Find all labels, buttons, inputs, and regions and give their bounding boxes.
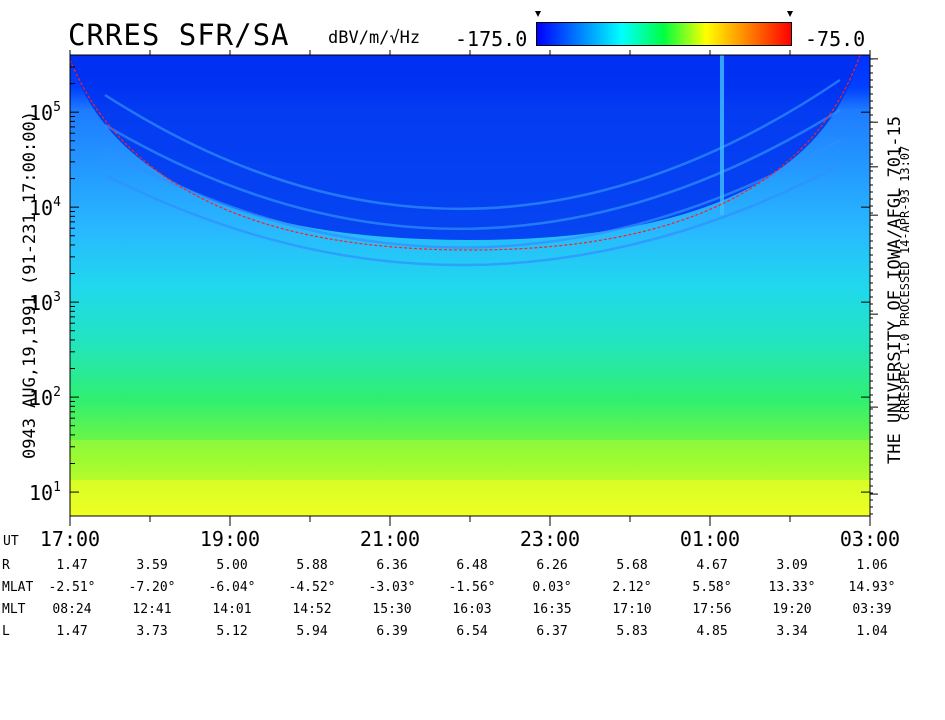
ephemeris-cell: 5.00 [216, 558, 248, 573]
ephemeris-cell: -3.03° [368, 580, 416, 595]
ephemeris-cell: 5.12 [216, 624, 248, 639]
ephemeris-cell: 3.59 [136, 558, 168, 573]
y-tick-label: 103 [29, 290, 61, 315]
ephemeris-cell: 17:10 [612, 602, 652, 617]
ephemeris-cell: 17:56 [692, 602, 732, 617]
ephemeris-cell: 6.37 [536, 624, 568, 639]
y-tick-label: 102 [29, 385, 61, 410]
ephemeris-cell: 6.54 [456, 624, 488, 639]
ephemeris-cell: -4.52° [288, 580, 336, 595]
ephemeris-cell: 12:41 [132, 602, 172, 617]
ephemeris-cell: 5.68 [616, 558, 648, 573]
ephemeris-cell: 14.93° [848, 580, 896, 595]
y-tick-label: 105 [29, 100, 61, 125]
ephemeris-cell: 5.88 [296, 558, 328, 573]
ephemeris-cell: 3.09 [776, 558, 808, 573]
spectrogram-image [70, 55, 870, 516]
ephemeris-row-label: MLT [2, 602, 26, 617]
ephemeris-cell: -1.56° [448, 580, 496, 595]
ephemeris-cell: 4.67 [696, 558, 728, 573]
ephemeris-cell: -7.20° [128, 580, 176, 595]
ephemeris-cell: 6.39 [376, 624, 408, 639]
ephemeris-cell: 15:30 [372, 602, 412, 617]
ephemeris-cell: 03:39 [852, 602, 892, 617]
ephemeris-cell: 3.73 [136, 624, 168, 639]
ephemeris-cell: 6.36 [376, 558, 408, 573]
ephemeris-cell: 1.47 [56, 624, 88, 639]
ephemeris-cell: 0.03° [532, 580, 572, 595]
ephemeris-row-label: MLAT [2, 580, 34, 595]
x-tick-label: 03:00 [840, 527, 900, 551]
ut-label: UT [3, 534, 19, 549]
ephemeris-cell: 4.85 [696, 624, 728, 639]
ephemeris-cell: 08:24 [52, 602, 92, 617]
x-tick-label: 01:00 [680, 527, 740, 551]
ephemeris-cell: 16:03 [452, 602, 492, 617]
ephemeris-cell: -2.51° [48, 580, 96, 595]
ephemeris-cell: 2.12° [612, 580, 652, 595]
ephemeris-cell: 3.34 [776, 624, 808, 639]
ephemeris-row-label: L [2, 624, 10, 639]
ephemeris-cell: 1.04 [856, 624, 888, 639]
ephemeris-cell: 1.06 [856, 558, 888, 573]
y-tick-label: 101 [29, 480, 61, 505]
x-tick-label: 19:00 [200, 527, 260, 551]
x-tick-label: 17:00 [40, 527, 100, 551]
x-tick-label: 23:00 [520, 527, 580, 551]
ephemeris-cell: 1.47 [56, 558, 88, 573]
ephemeris-cell: 6.48 [456, 558, 488, 573]
ephemeris-cell: 13.33° [768, 580, 816, 595]
ephemeris-cell: 5.94 [296, 624, 328, 639]
ephemeris-cell: 16:35 [532, 602, 572, 617]
ephemeris-cell: 14:01 [212, 602, 252, 617]
y-tick-label: 104 [29, 195, 61, 220]
ephemeris-cell: 5.58° [692, 580, 732, 595]
ephemeris-cell: 6.26 [536, 558, 568, 573]
ephemeris-cell: 5.83 [616, 624, 648, 639]
ephemeris-cell: -6.04° [208, 580, 256, 595]
ephemeris-cell: 19:20 [772, 602, 812, 617]
ephemeris-cell: 14:52 [292, 602, 332, 617]
ephemeris-row-label: R [2, 558, 10, 573]
x-tick-label: 21:00 [360, 527, 420, 551]
